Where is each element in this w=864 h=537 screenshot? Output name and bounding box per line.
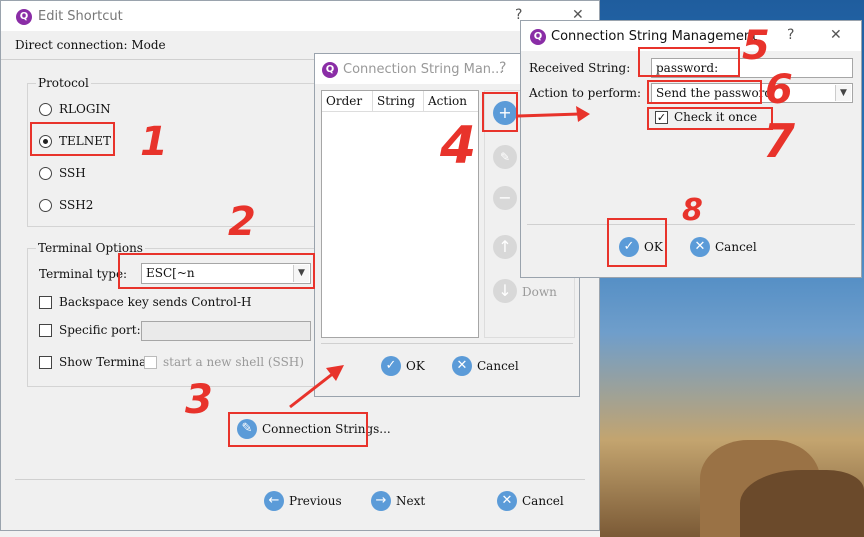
highlight-connection-strings [228,412,368,447]
edit-shortcut-titlebar: Q Edit Shortcut ? ✕ [1,1,599,31]
table-header: Order String Action [322,91,478,112]
annotation-number: 6 [765,67,793,113]
radio-ssh-label: SSH [59,166,86,180]
cancel-label: Cancel [522,494,564,508]
chevron-down-icon: ▼ [835,85,851,101]
column-header-order[interactable]: Order [322,91,373,111]
new-shell-checkbox[interactable] [144,356,157,369]
app-logo-icon: Q [322,62,338,78]
app-logo-icon: Q [16,9,32,25]
mid-ok-button[interactable]: ✓ OK [381,356,425,376]
radio-ssh2[interactable] [39,199,52,212]
mid-ok-label: OK [406,359,425,373]
mid-cancel-button[interactable]: ✕ Cancel [452,356,519,376]
radio-ssh2-label: SSH2 [59,198,94,212]
arrow-left-icon: ← [264,491,284,511]
help-icon[interactable]: ? [499,60,506,76]
next-label: Next [396,494,426,508]
checkmark-icon: ✓ [381,356,401,376]
annotation-number: 1 [140,119,168,165]
close-icon[interactable]: ✕ [830,27,842,43]
down-label: Down [522,285,557,299]
annotation-number: 7 [763,114,796,168]
help-icon[interactable]: ? [787,27,794,43]
radio-rlogin-label: RLOGIN [59,102,111,116]
highlight-add-button [482,92,518,132]
annotation-number: 3 [185,377,213,423]
connection-string-list-title: Connection String Man... [343,62,504,77]
highlight-terminal-type [118,253,315,289]
next-button[interactable]: → Next [371,491,425,511]
received-string-label: Received String: [529,61,631,75]
specific-port-label: Specific port: [59,323,141,337]
app-logo-icon: Q [530,29,546,45]
move-down-icon[interactable]: ↓ [493,279,517,303]
csm-title: Connection String Management [551,29,758,44]
edit-shortcut-title: Edit Shortcut [38,9,123,24]
highlight-received-string [638,47,740,77]
footer-divider [15,479,585,480]
highlight-check-once [647,107,773,130]
mid-footer-divider [321,343,573,344]
annotation-number: 2 [228,199,256,245]
mid-cancel-label: Cancel [477,359,519,373]
column-header-string[interactable]: String [373,91,424,111]
radio-rlogin[interactable] [39,103,52,116]
backspace-checkbox[interactable] [39,296,52,309]
cancel-icon: ✕ [690,237,710,257]
arrow-right-icon: → [371,491,391,511]
remove-icon[interactable]: − [493,186,517,210]
csm-cancel-button[interactable]: ✕ Cancel [690,237,757,257]
wallpaper-rock-shadow [740,470,864,537]
move-up-icon[interactable]: ↑ [493,235,517,259]
terminal-type-label: Terminal type: [39,267,128,281]
previous-button[interactable]: ← Previous [264,491,342,511]
annotation-number: 8 [682,193,703,228]
radio-ssh[interactable] [39,167,52,180]
action-label: Action to perform: [529,86,642,100]
backspace-label: Backspace key sends Control-H [59,295,252,309]
show-terminal-label: Show Terminal [59,355,151,369]
previous-label: Previous [289,494,342,508]
csm-cancel-label: Cancel [715,240,757,254]
cancel-button[interactable]: ✕ Cancel [497,491,564,511]
column-header-action[interactable]: Action [424,91,476,111]
connection-mode-header: Direct connection: Mode [15,38,166,52]
new-shell-label: start a new shell (SSH) [163,355,304,369]
annotation-number: 5 [742,23,770,69]
highlight-telnet [30,122,115,156]
edit-icon[interactable]: ✎ [493,145,517,169]
specific-port-checkbox[interactable] [39,324,52,337]
highlight-ok [607,218,667,267]
protocol-group-label: Protocol [36,76,91,90]
cancel-icon: ✕ [497,491,517,511]
cancel-icon: ✕ [452,356,472,376]
specific-port-input[interactable] [141,321,311,341]
annotation-number: 4 [440,116,477,176]
show-terminal-checkbox[interactable] [39,356,52,369]
highlight-action [647,80,762,104]
